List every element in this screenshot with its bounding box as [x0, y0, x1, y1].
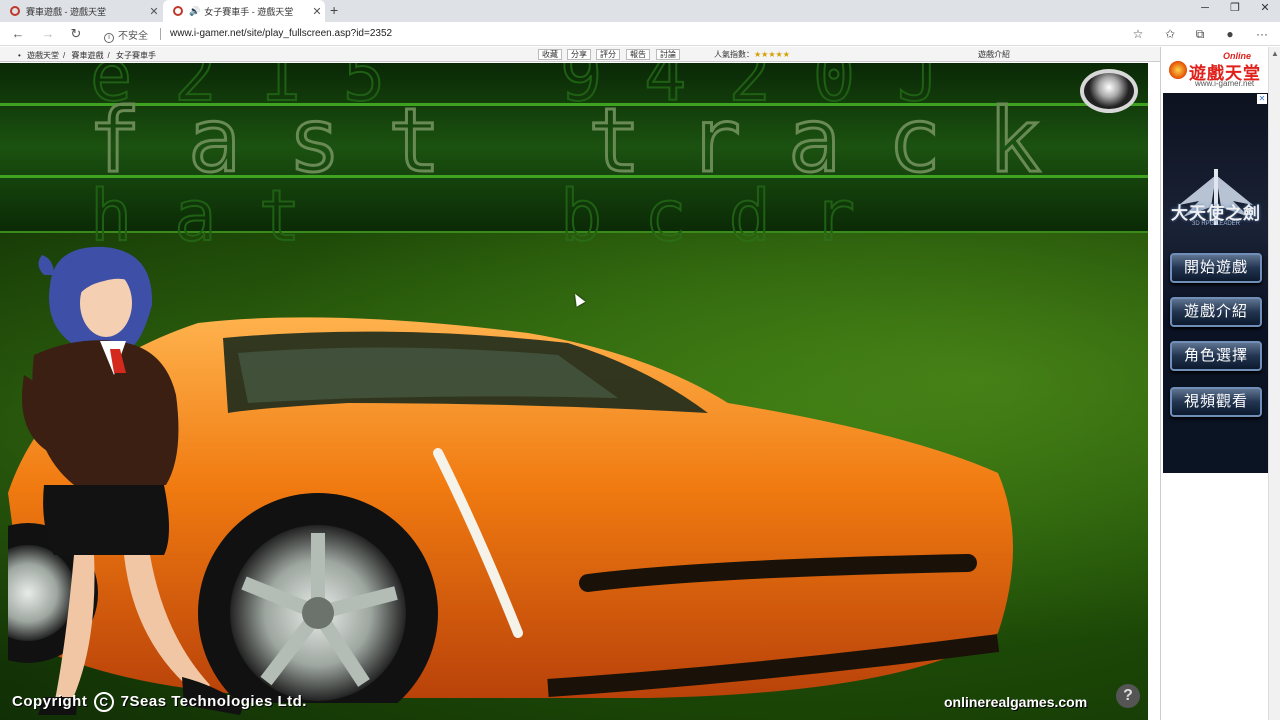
favorite-button[interactable]: 收藏 [538, 49, 562, 60]
female-racer-character [22, 246, 244, 715]
ad-close-icon[interactable]: ✕ [1257, 94, 1267, 104]
forward-icon[interactable]: → [38, 24, 58, 44]
bullet-icon: • [18, 51, 21, 60]
watch-video-button[interactable]: 視頻觀看 [1170, 387, 1262, 417]
close-tab-icon[interactable]: ✕ [146, 5, 162, 18]
site-favicon-icon [173, 6, 183, 16]
breadcrumb-sep: / [107, 51, 110, 60]
rate-button[interactable]: 評分 [596, 49, 620, 60]
back-icon[interactable]: ← [8, 24, 28, 44]
popularity: 人氣指數：★★★★★ [714, 49, 790, 60]
tab-racing-games[interactable]: 賽車遊戲 - 遊戲天堂 ✕ [0, 0, 162, 22]
copyright-symbol-icon: C [94, 692, 114, 712]
address-toolbar: ← → ↻ i 不安全 www.i-gamer.net/site/play_ful… [0, 22, 1280, 46]
site-toolbar: • 遊戲天堂 / 賽車遊戲 / 女子賽車手 收藏 分享 評分 報告 討論 人氣指數：… [0, 47, 1160, 62]
right-sidebar: Online 遊戲天堂 www.i-gamer.net ✕ 大天使之劍 3D R… [1160, 47, 1269, 720]
game-intro-link[interactable]: 遊戲介紹 [978, 49, 1010, 60]
restore-icon[interactable]: ❐ [1218, 0, 1252, 22]
title-letter: t [587, 89, 643, 192]
tab-title: 賽車遊戲 - 遊戲天堂 [26, 6, 106, 17]
info-icon: i [104, 33, 114, 43]
reload-icon[interactable]: ↻ [66, 24, 86, 44]
tab-female-racer[interactable]: 🔊 女子賽車手 - 遊戲天堂 ✕ [163, 0, 325, 22]
discuss-button[interactable]: 討論 [656, 49, 680, 60]
game-title-banner: e 2 1 5 9 4 2 0 J h a t b c d r f a s t … [0, 63, 1148, 258]
copyright-notice: Copyright C 7Seas Technologies Ltd. [12, 692, 307, 712]
page-scrollbar[interactable]: ▲ [1268, 47, 1280, 720]
tab-title: 女子賽車手 - 遊戲天堂 [204, 6, 294, 17]
copyright-company: 7Seas Technologies Ltd. [120, 693, 307, 710]
breadcrumb: • 遊戲天堂 / 賽車遊戲 / 女子賽車手 [18, 50, 160, 61]
breadcrumb-sep: / [63, 51, 66, 60]
site-logo[interactable]: Online 遊戲天堂 www.i-gamer.net [1165, 51, 1265, 89]
title-letter: c [887, 89, 943, 192]
start-game-button[interactable]: 開始遊戲 [1170, 253, 1262, 283]
breadcrumb-item[interactable]: 賽車遊戲 [72, 51, 104, 60]
copyright-word: Copyright [12, 693, 88, 710]
site-favicon-icon [10, 6, 20, 16]
site-credit-link[interactable]: onlinerealgames.com [944, 694, 1087, 710]
divider [160, 28, 161, 40]
game-ad-panel[interactable]: ✕ 大天使之劍 3D RPG LEADER 開始遊戲 遊戲介紹 角色選擇 視頻觀… [1163, 93, 1269, 473]
report-button[interactable]: 報告 [626, 49, 650, 60]
title-letter: f [87, 89, 143, 192]
title-letter: t [387, 89, 443, 192]
ad-game-subtitle: 3D RPG LEADER [1191, 221, 1240, 227]
speaker-icon[interactable]: 🔊 [189, 6, 200, 17]
breadcrumb-item[interactable]: 女子賽車手 [116, 51, 156, 60]
title-letter: r [687, 89, 743, 192]
logo-swirl-icon [1169, 61, 1187, 79]
new-tab-icon[interactable]: + [330, 2, 338, 18]
minimize-icon[interactable]: ─ [1188, 0, 1222, 22]
close-tab-icon[interactable]: ✕ [309, 5, 325, 18]
profile-avatar-icon[interactable]: ● [1220, 24, 1240, 44]
title-letter: k [987, 89, 1043, 192]
scroll-up-icon[interactable]: ▲ [1271, 49, 1279, 58]
help-button[interactable]: ? [1116, 684, 1140, 708]
character-select-button[interactable]: 角色選擇 [1170, 341, 1262, 371]
address-input[interactable]: www.i-gamer.net/site/play_fullscreen.asp… [170, 28, 392, 39]
favorites-icon[interactable]: ✩ [1160, 24, 1180, 44]
collections-icon[interactable]: ⧉ [1190, 24, 1210, 44]
logo-domain: www.i-gamer.net [1195, 79, 1255, 88]
breadcrumb-item[interactable]: 遊戲天堂 [27, 51, 59, 60]
title-letter: a [787, 89, 843, 192]
game-canvas[interactable]: e 2 1 5 9 4 2 0 J h a t b c d r f a s t … [0, 63, 1148, 720]
security-label: 不安全 [118, 31, 148, 42]
game-intro-button[interactable]: 遊戲介紹 [1170, 297, 1262, 327]
more-menu-icon[interactable]: ··· [1252, 24, 1272, 44]
share-button[interactable]: 分享 [567, 49, 591, 60]
popularity-stars: ★★★★★ [754, 50, 790, 59]
title-letter: s [287, 89, 343, 192]
close-window-icon[interactable]: ✕ [1248, 0, 1280, 22]
game-title: f a s t t r a c k [0, 89, 1148, 192]
tab-bar: 賽車遊戲 - 遊戲天堂 ✕ 🔊 女子賽車手 - 遊戲天堂 ✕ + ─ ❐ ✕ [0, 0, 1280, 22]
title-letter: a [187, 89, 243, 192]
security-indicator[interactable]: i 不安全 [104, 27, 148, 43]
star-bookmark-icon[interactable]: ☆ [1128, 24, 1148, 44]
popularity-label: 人氣指數： [714, 50, 754, 59]
sound-toggle-icon[interactable] [1080, 69, 1138, 113]
